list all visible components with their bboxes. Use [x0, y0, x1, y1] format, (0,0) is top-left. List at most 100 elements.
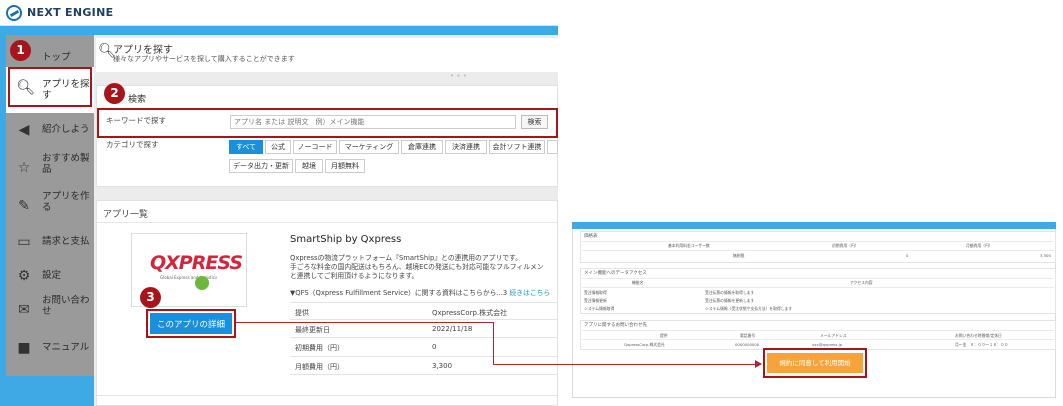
app-list-heading: アプリ一覧: [103, 210, 149, 220]
arrow-right-icon: [755, 360, 762, 368]
gear-icon: ⚙: [17, 268, 31, 284]
sidebar-item-label: マニュアル: [42, 342, 90, 353]
category-free[interactable]: 月額無料: [325, 159, 365, 173]
table-divider: [290, 356, 558, 357]
divider: [582, 278, 1054, 279]
read-more-link[interactable]: 続きはこちら: [509, 289, 550, 297]
category-nocode[interactable]: ノーコード: [293, 140, 337, 154]
table-divider: [290, 319, 558, 320]
contact-cell: xxx@qxpress.jp: [812, 342, 843, 347]
book-icon: ■: [17, 340, 31, 356]
access-col: 機能名: [632, 280, 644, 285]
access-cell: 受注伝票の情報を取得します: [705, 290, 755, 295]
table-divider: [290, 337, 558, 338]
price-section-title: 価格表: [584, 234, 598, 239]
step-badge-1: 1: [10, 40, 31, 61]
step-badge-2: 2: [104, 83, 125, 104]
row-value: 2022/11/18: [432, 325, 473, 333]
more-dots-icon: • • •: [450, 72, 467, 80]
divider: [582, 330, 1054, 331]
highlight-detail-button: [146, 309, 236, 338]
row-value: QxpressCorp.株式会社: [432, 309, 508, 317]
connector-line: [493, 322, 494, 364]
connector-line: [234, 322, 494, 323]
price-col: 基本利用料金ユーザー数: [668, 243, 710, 248]
access-cell: 受注伝票の情報を更新します: [705, 298, 755, 303]
sidebar-item-label: お問い合わせ: [42, 295, 90, 317]
contact-cell: 月～金 ９：００～１８：００: [955, 342, 1009, 347]
qxpress-logo-tagline: Global Express and Logistics: [160, 275, 218, 280]
category-accounting[interactable]: 会計ソフト連携: [489, 140, 545, 154]
sidebar-item-manual[interactable]: ■ マニュアル: [6, 325, 94, 371]
divider: [97, 222, 557, 223]
category-data-export[interactable]: データ出力・更新: [229, 159, 293, 173]
highlight-find-apps: [8, 67, 92, 107]
category-label: カテゴリで探す: [106, 140, 159, 149]
access-col: アクセス内容: [850, 280, 873, 285]
row-key: 月額費用（円）: [295, 363, 344, 371]
mail-icon: ✉: [18, 302, 30, 318]
price-col: 初期費用（円）: [832, 243, 859, 248]
next-engine-logo-icon: [6, 5, 22, 21]
mascot-icon: [195, 276, 209, 290]
qxpress-logo: QXPRESS: [150, 252, 243, 274]
category-official[interactable]: 公式: [265, 140, 291, 154]
qfs-text: ▼QFS（Qxpress Fulfillment Service）に関する資料は…: [290, 289, 508, 297]
price-col: 月額費用（円）: [966, 243, 993, 248]
star-icon: ☆: [17, 160, 31, 176]
divider: [582, 339, 1054, 340]
detail-page-strip: [572, 222, 1056, 229]
edit-icon: ✎: [18, 198, 30, 214]
table-divider: [290, 374, 558, 375]
sidebar-item-label: 紹介しよう: [42, 124, 90, 135]
divider: [582, 241, 1054, 242]
category-payment[interactable]: 決済連携: [445, 140, 487, 154]
highlight-keyword-search: [97, 108, 558, 138]
sidebar-item-label: おすすめ製品: [42, 153, 90, 175]
header-strip: [0, 26, 558, 35]
row-value: 3,300: [432, 362, 453, 370]
price-cell: 3,300: [1040, 253, 1051, 258]
sidebar-footer-strip: [6, 376, 94, 406]
price-cell: 無制限: [733, 253, 745, 258]
access-cell: 受注情報取得: [584, 290, 607, 295]
category-marketing[interactable]: マーケティング: [339, 140, 399, 154]
price-cell: 0: [906, 253, 909, 258]
access-cell: システム情報（受注状態や支払方法）を取得します: [705, 306, 793, 311]
app-description-line: と連携してご利用頂けるようになります。: [290, 272, 419, 280]
data-access-title: メイン機能へのデータアクセス: [584, 271, 647, 276]
sidebar-item-label: 請求と支払: [42, 236, 90, 247]
contact-title: アプリに関するお問い合わせ先: [584, 323, 647, 328]
access-cell: システム情報取得: [584, 306, 615, 311]
table-divider: [290, 302, 558, 303]
connector-line: [493, 364, 756, 365]
category-all[interactable]: すべて: [229, 140, 263, 154]
megaphone-icon: ◀: [18, 122, 30, 138]
page-subtitle: 様々なアプリやサービスを探して購入することができます: [113, 55, 295, 63]
access-cell: 受注情報更新: [584, 298, 607, 303]
row-value: 0: [432, 343, 437, 351]
category-crossborder[interactable]: 越境: [295, 159, 323, 173]
divider: [582, 287, 1054, 288]
divider: [582, 250, 1054, 251]
app-name[interactable]: SmartShip by Qxpress: [290, 234, 401, 245]
card-divider: [97, 395, 557, 396]
logo-text: NEXT ENGINE: [27, 6, 114, 19]
row-key: 提供: [295, 309, 309, 317]
card-icon: ▭: [17, 234, 31, 250]
contact-cell: QxpressCorp.株式会社: [624, 342, 665, 347]
sidebar-item-label: 設定: [42, 270, 62, 281]
category-warehouse[interactable]: 倉庫連携: [401, 140, 443, 154]
search-heading: 検索: [128, 95, 147, 105]
app-window: NEXT ENGINE トップ 🔍︎ アプリを探す ◀ 紹介しよう ☆ おすすめ…: [0, 0, 558, 406]
highlight-agree-button: [763, 348, 867, 378]
sidebar-item-label: アプリを作る: [42, 191, 90, 213]
data-access-section: [580, 268, 1056, 314]
category-overflow[interactable]: [547, 140, 558, 154]
sidebar-item-label: トップ: [42, 52, 71, 63]
contact-cell: 0000000000: [735, 342, 760, 347]
step-badge-3: 3: [140, 287, 161, 308]
app-qfs-note: ▼QFS（Qxpress Fulfillment Service）に関する資料は…: [290, 287, 550, 297]
row-key: 初期費用（円）: [295, 344, 344, 352]
row-key: 最終更新日: [295, 326, 330, 334]
